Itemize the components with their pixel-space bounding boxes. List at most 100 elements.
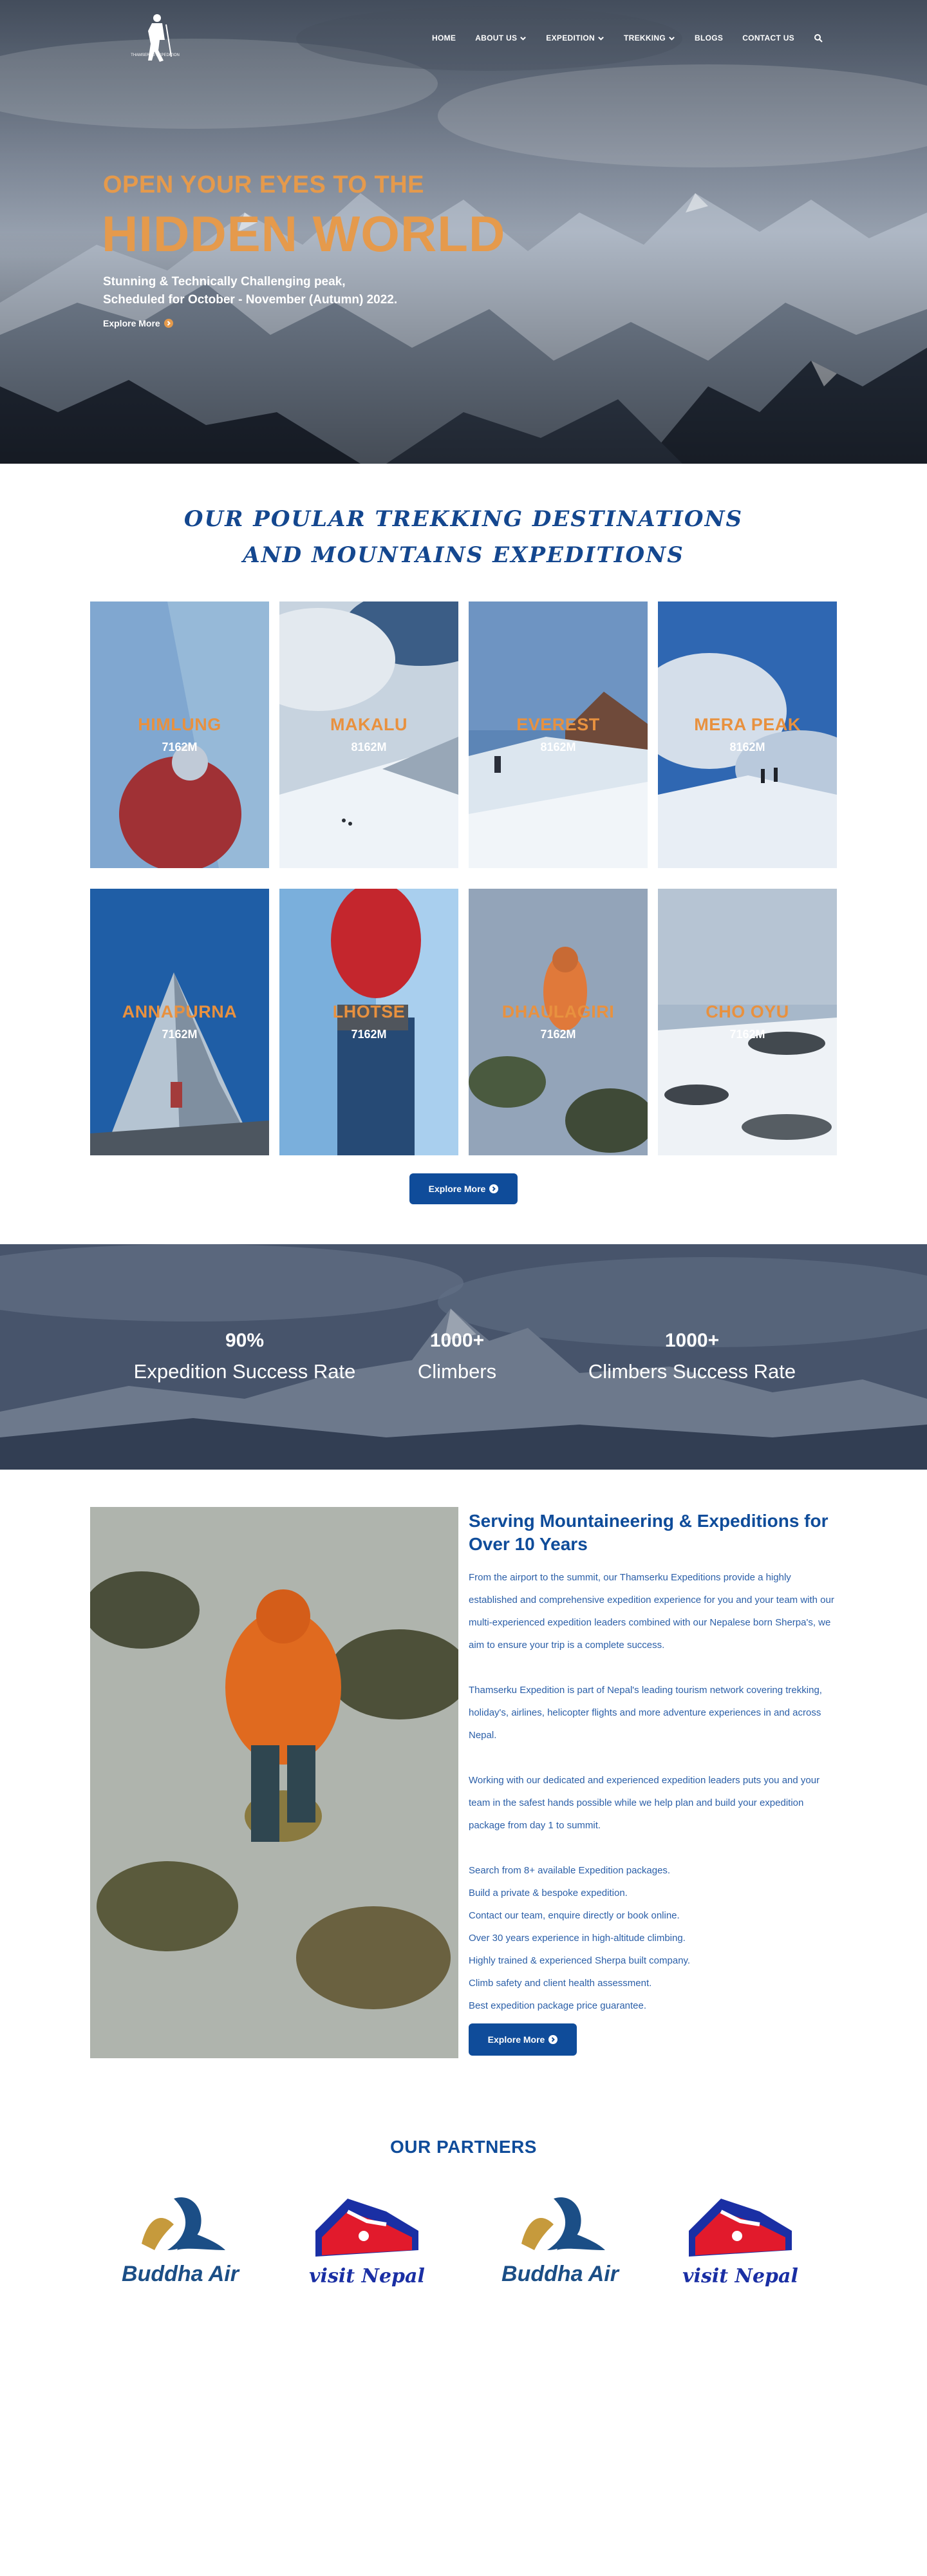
list-item: Search from 8+ available Expedition pack… [469,1865,671,1876]
destination-image-himlung [90,601,269,868]
about-feature-list: Search from 8+ available Expedition pack… [469,1859,842,2017]
hero-section: THAMSERKU EXPEDITION HOME ABOUT US EXPED… [0,0,927,464]
partner-buddha-air-2[interactable]: Buddha Air [496,2186,624,2295]
menu-contact-us[interactable]: CONTACT US [742,33,794,43]
destinations-explore-label: Explore More [428,1184,486,1194]
destination-altitude: 7162M [729,1028,765,1041]
destination-image-lhotse [279,889,458,1155]
destination-card-annapurna[interactable]: ANNAPURNA 7162M [90,889,269,1155]
menu-trekking[interactable]: TREKKING [624,33,675,43]
destinations-heading: OUR POULAR TREKKING DESTINATIONS AND MOU… [0,501,927,573]
chevron-down-icon [598,36,604,41]
destination-card-lhotse[interactable]: LHOTSE 7162M [279,889,458,1155]
hero-line-1: Stunning & Technically Challenging peak, [103,275,346,289]
list-item: Climb safety and client health assessmen… [469,1978,652,1989]
stat-success-rate: 90% Expedition Success Rate [129,1328,360,1386]
destination-name: CHO OYU [706,1002,789,1021]
destination-altitude: 8162M [729,741,765,753]
destination-altitude: 7162M [540,1028,576,1041]
destination-image-mera-peak [658,601,837,868]
partners-title: OUR PARTNERS [390,2137,537,2157]
destination-name: ANNAPURNA [122,1002,238,1021]
destination-image-cho-oyu [658,889,837,1155]
menu-about-us[interactable]: ABOUT US [475,33,527,43]
destination-image-dhaulagiri [469,889,648,1155]
destinations-heading-line-2: AND MOUNTAINS EXPEDITIONS [243,542,684,568]
circle-arrow-right-icon [548,2035,558,2044]
destination-altitude: 8162M [351,741,387,753]
list-item: Best expedition package price guarantee. [469,2000,647,2011]
menu-expedition-label: EXPEDITION [546,33,595,43]
stat-label: Climbers [417,1360,497,1383]
destination-card-makalu[interactable]: MAKALU 8162M [279,601,458,868]
destination-altitude: 7162M [351,1028,387,1041]
menu-blogs-label: BLOGS [695,33,724,43]
main-menu: HOME ABOUT US EXPEDITION TREKKING BLOGS … [432,33,823,43]
hero-explore-link[interactable]: Explore More [103,318,173,328]
menu-trekking-label: TREKKING [623,33,666,43]
stat-label: Climbers Success Rate [588,1360,796,1383]
destination-card-dhaulagiri[interactable]: DHAULAGIRI 7162M [469,889,648,1155]
partner-visit-nepal-2[interactable]: visit Nepal [676,2186,805,2295]
partner-visit-nepal[interactable]: visit Nepal [303,2186,431,2295]
logo-text: THAMSERKU EXPEDITION [131,53,180,57]
partner-buddha-air[interactable]: Buddha Air [116,2186,245,2295]
buddha-air-wordmark: Buddha Air [501,2262,619,2286]
chevron-down-icon [520,36,527,41]
list-item: Contact our team, enquire directly or bo… [469,1910,680,1921]
about-body: From the airport to the summit, our Tham… [469,1566,842,2017]
menu-expedition[interactable]: EXPEDITION [546,33,604,43]
menu-home-label: HOME [432,33,456,43]
destination-altitude: 7162M [162,1028,198,1041]
hero-explore-label: Explore More [103,318,160,328]
hero-subtitle: OPEN YOUR EYES TO THE [103,171,424,198]
destination-image-makalu [279,601,458,868]
about-image-svg [90,1507,458,2058]
about-paragraph-1: From the airport to the summit, our Tham… [469,1572,834,1651]
hero-line-2: Scheduled for October - November (Autumn… [103,293,398,307]
destination-grid: HIMLUNG 7162M MAKALU 8162M EVEREST 8162M [90,601,837,1155]
hero-title: HIDDEN WORLD [102,205,506,262]
destination-altitude: 8162M [540,741,576,753]
search-button[interactable] [814,33,823,43]
about-paragraph-2: Thamserku Expedition is part of Nepal's … [469,1685,822,1741]
chevron-down-icon [669,36,675,41]
menu-contact-us-label: CONTACT US [742,33,794,43]
list-item: Highly trained & experienced Sherpa buil… [469,1955,691,1966]
about-climber-image [90,1507,458,2058]
list-item: Build a private & bespoke expedition. [469,1888,628,1899]
destinations-heading-line-1: OUR POULAR TREKKING DESTINATIONS [183,506,744,532]
menu-home[interactable]: HOME [432,33,456,43]
destination-name: DHAULAGIRI [501,1002,615,1021]
destination-card-himlung[interactable]: HIMLUNG 7162M [90,601,269,868]
destination-card-everest[interactable]: EVEREST 8162M [469,601,648,868]
logo-climber-icon[interactable] [126,12,184,68]
menu-about-us-label: ABOUT US [475,33,518,43]
about-paragraph-3: Working with our dedicated and experienc… [469,1775,820,1831]
about-explore-button[interactable]: Explore More [469,2023,577,2056]
destination-altitude: 7162M [162,741,198,753]
buddha-air-wordmark: Buddha Air [122,2262,239,2286]
stat-climbers: 1000+ Climbers [360,1328,554,1386]
destination-card-mera-peak[interactable]: MERA PEAK 8162M [658,601,837,868]
stat-label: Expedition Success Rate [133,1360,356,1383]
stats-section: 90% Expedition Success Rate 1000+ Climbe… [0,1244,927,1470]
destination-name: EVEREST [516,715,600,734]
stat-value: 90% [225,1330,265,1351]
svg-text:visit Nepal: visit Nepal [682,2265,798,2287]
search-icon [814,34,823,43]
destinations-explore-button[interactable]: Explore More [409,1173,518,1204]
destination-card-cho-oyu[interactable]: CHO OYU 7162M [658,889,837,1155]
circle-arrow-right-icon [489,1184,499,1193]
buddha-air-logo-icon [521,2197,605,2250]
menu-blogs[interactable]: BLOGS [695,33,723,43]
stat-climbers-success: 1000+ Climbers Success Rate [579,1328,805,1386]
svg-text:visit Nepal: visit Nepal [309,2265,425,2287]
destination-image-everest [469,601,648,868]
destination-name: MAKALU [330,715,407,734]
circle-arrow-right-icon [164,319,173,328]
destination-image-annapurna [90,889,269,1155]
about-explore-label: Explore More [487,2034,545,2045]
destination-name: LHOTSE [332,1002,406,1021]
visit-nepal-logo-icon: visit Nepal [309,2199,425,2287]
